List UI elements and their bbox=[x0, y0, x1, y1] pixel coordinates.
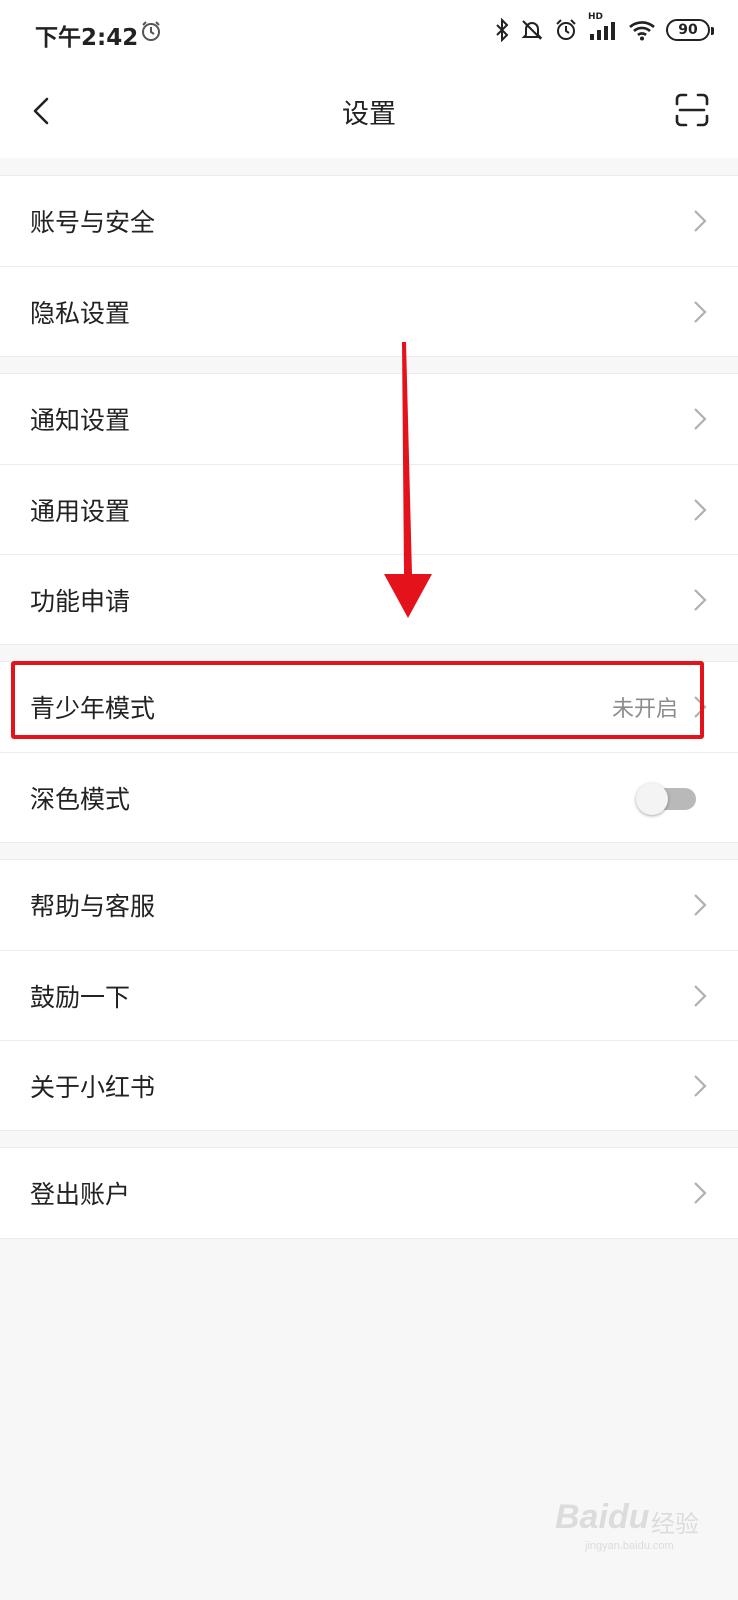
mute-icon bbox=[520, 18, 544, 42]
settings-group-general: 通知设置 通用设置 功能申请 bbox=[0, 373, 738, 645]
settings-item-label: 帮助与客服 bbox=[30, 892, 156, 921]
hd-badge: HD bbox=[588, 12, 604, 22]
settings-item-label: 登出账户 bbox=[30, 1180, 131, 1209]
status-icons: HD 90 bbox=[494, 12, 714, 42]
settings-item-label: 关于小红书 bbox=[30, 1072, 156, 1102]
settings-item-label: 深色模式 bbox=[30, 784, 131, 814]
dark-mode-toggle[interactable] bbox=[636, 782, 698, 815]
settings-group-logout: 登出账户 bbox=[0, 1147, 738, 1239]
back-chevron-icon[interactable] bbox=[26, 94, 60, 128]
watermark-text: 经验 bbox=[651, 1511, 699, 1538]
toggle-knob bbox=[636, 782, 668, 815]
settings-group-account: 账号与安全 隐私设置 bbox=[0, 175, 738, 357]
chevron-right-icon bbox=[694, 588, 707, 611]
settings-item-label: 账号与安全 bbox=[30, 208, 156, 237]
settings-item-help[interactable]: 帮助与客服 bbox=[0, 860, 738, 950]
teen-mode-status: 未开启 bbox=[611, 697, 678, 722]
settings-item-logout[interactable]: 登出账户 bbox=[0, 1148, 738, 1238]
wifi-icon bbox=[628, 19, 656, 41]
settings-item-account-security[interactable]: 账号与安全 bbox=[0, 176, 738, 266]
settings-item-label: 通用设置 bbox=[30, 496, 131, 526]
battery-icon: 90 bbox=[666, 19, 714, 41]
chevron-right-icon bbox=[694, 894, 707, 916]
settings-item-privacy[interactable]: 隐私设置 bbox=[0, 266, 738, 356]
chevron-right-icon bbox=[694, 408, 707, 430]
settings-item-label: 隐私设置 bbox=[30, 298, 131, 328]
settings-item-label: 鼓励一下 bbox=[30, 982, 131, 1012]
settings-group-modes: 青少年模式 未开启 深色模式 bbox=[0, 661, 738, 843]
settings-group-support: 帮助与客服 鼓励一下 关于小红书 bbox=[0, 859, 738, 1131]
chevron-right-icon bbox=[694, 1074, 707, 1097]
alarm-icon bbox=[140, 20, 162, 46]
bluetooth-icon bbox=[494, 18, 510, 42]
settings-item-general[interactable]: 通用设置 bbox=[0, 464, 738, 554]
watermark-url: jingyan.baidu.com bbox=[585, 1540, 674, 1552]
status-bar: 下午2:42 HD 90 bbox=[0, 0, 738, 66]
settings-item-teen-mode[interactable]: 青少年模式 未开启 bbox=[0, 662, 738, 752]
watermark-logo: Baidu bbox=[555, 1498, 650, 1536]
page-title: 设置 bbox=[342, 99, 396, 130]
nav-header: 设置 bbox=[0, 66, 738, 158]
settings-item-label: 通知设置 bbox=[30, 406, 131, 435]
chevron-right-icon bbox=[694, 1182, 707, 1204]
signal-icon: HD bbox=[588, 12, 618, 42]
chevron-right-icon bbox=[694, 210, 707, 232]
baidu-watermark: Baidu 经验 jingyan.baidu.com bbox=[555, 1494, 715, 1554]
settings-item-encourage[interactable]: 鼓励一下 bbox=[0, 950, 738, 1040]
chevron-right-icon bbox=[694, 300, 707, 323]
scan-icon[interactable] bbox=[674, 92, 710, 128]
settings-item-notifications[interactable]: 通知设置 bbox=[0, 374, 738, 464]
settings-item-label: 青少年模式 bbox=[30, 694, 156, 723]
chevron-right-icon bbox=[694, 984, 707, 1007]
chevron-right-icon bbox=[694, 498, 707, 521]
settings-item-about[interactable]: 关于小红书 bbox=[0, 1040, 738, 1130]
chevron-right-icon bbox=[694, 696, 707, 718]
settings-item-label: 功能申请 bbox=[30, 586, 131, 616]
settings-item-dark-mode: 深色模式 bbox=[0, 752, 738, 842]
alarm-icon bbox=[554, 18, 578, 42]
settings-item-feature-request[interactable]: 功能申请 bbox=[0, 554, 738, 644]
status-time: 下午2:42 bbox=[35, 25, 139, 51]
